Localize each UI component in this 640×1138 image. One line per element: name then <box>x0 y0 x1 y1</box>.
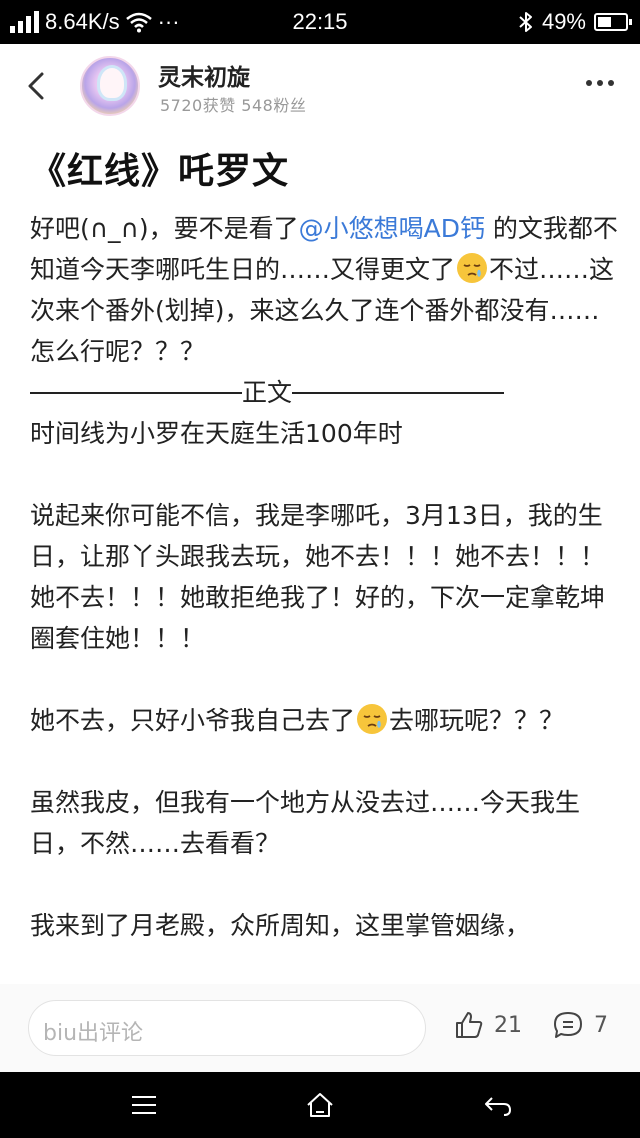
more-dots-icon <box>586 80 592 86</box>
battery-icon <box>594 13 632 31</box>
author-stats: 5720获赞 548粉丝 <box>160 96 307 115</box>
paragraph-timeline: 时间线为小罗在天庭生活100年时 <box>30 419 403 448</box>
back-button[interactable] <box>20 66 56 106</box>
divider-rule-left <box>30 391 242 394</box>
post-header: 灵末初旋 5720获赞 548粉丝 <box>0 44 640 126</box>
nav-back-button[interactable] <box>482 1090 514 1120</box>
nav-back-icon <box>485 1097 511 1116</box>
nav-home-button[interactable] <box>304 1090 336 1120</box>
battery-level-fill <box>598 17 611 27</box>
paragraph-text: 去哪玩呢？？？ <box>389 706 565 735</box>
sleepy-face-emoji-icon <box>457 253 488 283</box>
comment-input[interactable]: biu出评论 <box>28 1000 426 1056</box>
status-bar-right: 49% <box>518 9 632 35</box>
user-mention-link[interactable]: @小悠想喝AD钙 <box>299 214 485 243</box>
article-body: 好吧(∩_∩)，要不是看了@小悠想喝AD钙 的文我都不知道今天李哪吒生日的……又… <box>30 208 620 946</box>
more-options-button[interactable] <box>586 80 614 86</box>
battery-percent: 49% <box>541 9 586 34</box>
paragraph-yuelao-hall: 我来到了月老殿，众所周知，这里掌管姻缘， <box>30 911 531 940</box>
paragraph-text: 她不去，只好小爷我自己去了 <box>30 706 356 735</box>
nav-menu-button[interactable] <box>128 1090 160 1120</box>
article-title: 《红线》吒罗文 <box>30 151 290 192</box>
home-icon <box>307 1093 333 1117</box>
divider-rule-right <box>292 391 505 394</box>
author-avatar[interactable] <box>80 56 140 116</box>
paragraph-intro: 好吧(∩_∩)，要不是看了@小悠想喝AD钙 的文我都不知道今天李哪吒生日的……又… <box>30 208 620 372</box>
paragraph-birthday: 说起来你可能不信，我是李哪吒，3月13日，我的生日，让那丫头跟我去玩，她不去！！… <box>30 501 606 653</box>
comment-count: 7 <box>594 1012 608 1038</box>
thumbs-up-icon <box>456 1012 483 1038</box>
comment-placeholder: biu出评论 <box>43 1021 144 1046</box>
more-dot <box>597 80 603 86</box>
comment-button[interactable]: 7 <box>552 1010 608 1040</box>
paragraph-go-alone: 她不去，只好小爷我自己去了 去哪玩呢？？？ <box>30 700 620 741</box>
comment-bubble-icon <box>554 1012 582 1038</box>
back-arrow-icon <box>28 72 44 100</box>
system-nav-bar <box>0 1072 640 1138</box>
sleepy-face-emoji-icon <box>357 704 388 734</box>
section-divider: 正文 <box>30 372 620 413</box>
like-count: 21 <box>494 1012 522 1038</box>
divider-label: 正文 <box>242 378 293 407</box>
menu-icon <box>132 1096 156 1114</box>
paragraph-never-been: 虽然我皮，但我有一个地方从没去过……今天我生日，不然……去看看？ <box>30 788 581 858</box>
bluetooth-icon <box>519 12 532 32</box>
status-bar: 8.64K/s ··· 22:15 49% <box>0 0 640 44</box>
more-dot <box>608 80 614 86</box>
like-button[interactable]: 21 <box>454 1010 522 1040</box>
intro-text: 好吧(∩_∩)，要不是看了 <box>30 214 299 243</box>
author-name[interactable]: 灵末初旋 <box>158 58 250 92</box>
comment-bar: biu出评论 21 7 <box>0 984 640 1072</box>
